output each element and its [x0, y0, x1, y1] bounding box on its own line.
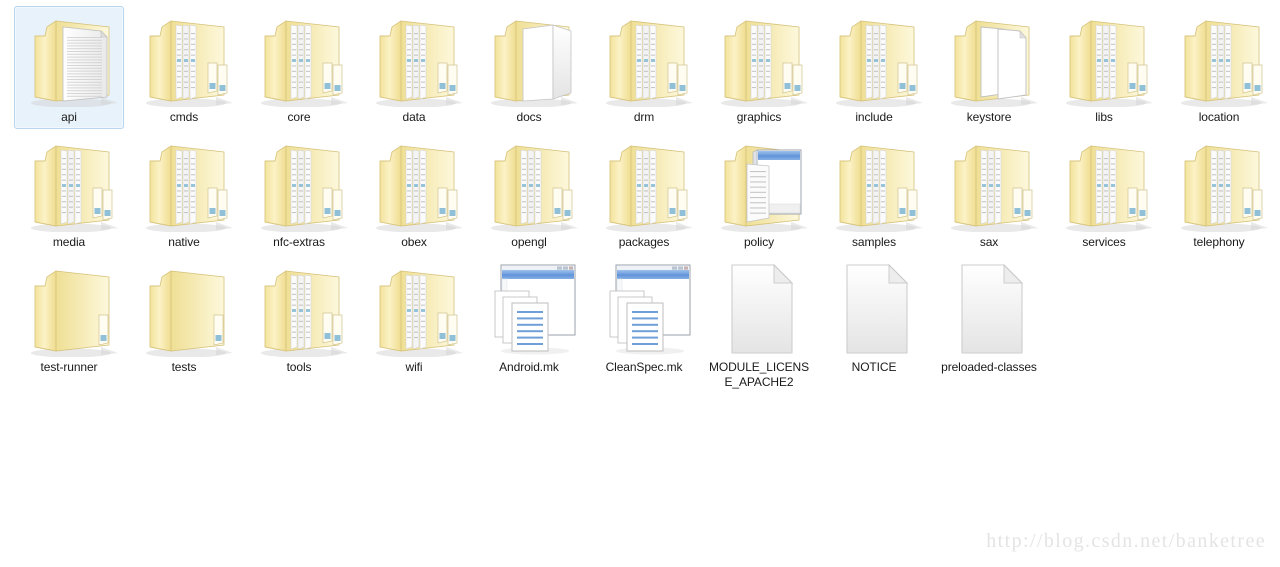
file-item-label: cmds [169, 110, 199, 124]
file-item-label: include [855, 110, 893, 124]
file-item-native[interactable]: native [129, 131, 239, 254]
file-item-label: nfc-extras [273, 235, 325, 249]
file-item-label: samples [852, 235, 896, 249]
folder-stack-icon [937, 136, 1047, 232]
folder-stack-icon [132, 136, 242, 232]
file-item-label: docs [516, 110, 542, 124]
file-item-label: preloaded-classes [941, 360, 1037, 374]
file-item-graphics[interactable]: graphics [704, 6, 814, 129]
folder-plain-icon [17, 261, 127, 357]
file-item-label: opengl [511, 235, 547, 249]
file-item-preloaded-classes[interactable]: preloaded-classes [934, 256, 1044, 379]
file-item-keystore[interactable]: keystore [934, 6, 1044, 129]
folder-plain-icon [132, 261, 242, 357]
file-item-tests[interactable]: tests [129, 256, 239, 379]
file-item-label: tests [171, 360, 197, 374]
file-item-label: CleanSpec.mk [605, 360, 683, 374]
file-item-telephony[interactable]: telephony [1164, 131, 1274, 254]
file-item-label: NOTICE [851, 360, 897, 374]
folder-stack-icon [822, 11, 932, 107]
file-item-sax[interactable]: sax [934, 131, 1044, 254]
file-blank-icon [707, 261, 817, 357]
file-item-tools[interactable]: tools [244, 256, 354, 379]
file-item-samples[interactable]: samples [819, 131, 929, 254]
file-item-label: sax [979, 235, 999, 249]
file-item-services[interactable]: services [1049, 131, 1159, 254]
file-item-label: MODULE_LICENSE_APACHE2 [708, 360, 810, 389]
file-item-policy[interactable]: policy [704, 131, 814, 254]
file-item-wifi[interactable]: wifi [359, 256, 469, 379]
file-item-label: api [61, 110, 77, 124]
file-item-include[interactable]: include [819, 6, 929, 129]
folder-stack-icon [362, 261, 472, 357]
folder-stack-icon [1052, 136, 1162, 232]
folder-stack-icon [362, 11, 472, 107]
file-item-opengl[interactable]: opengl [474, 131, 584, 254]
file-item-notice[interactable]: NOTICE [819, 256, 929, 379]
watermark-url: http://blog.csdn.net/banketree [986, 530, 1266, 552]
file-item-libs[interactable]: libs [1049, 6, 1159, 129]
folder-stack-icon [247, 261, 357, 357]
folder-stack-icon [592, 136, 702, 232]
folder-window-icon [707, 136, 817, 232]
file-item-media[interactable]: media [14, 131, 124, 254]
file-item-label: wifi [405, 360, 423, 374]
file-item-label: core [287, 110, 311, 124]
file-blank-icon [937, 261, 1047, 357]
folder-stack-icon [247, 136, 357, 232]
file-item-packages[interactable]: packages [589, 131, 699, 254]
file-item-label: graphics [736, 110, 782, 124]
folder-stack-icon [132, 11, 242, 107]
folder-open-doc-icon [17, 11, 127, 107]
folder-twodocs-icon [937, 11, 1047, 107]
file-item-label: obex [401, 235, 427, 249]
folder-stack-icon [1052, 11, 1162, 107]
file-item-label: location [1198, 110, 1240, 124]
file-item-data[interactable]: data [359, 6, 469, 129]
folder-stack-icon [822, 136, 932, 232]
file-item-label: data [402, 110, 426, 124]
file-makefile-icon [592, 261, 702, 357]
file-item-label: test-runner [40, 360, 98, 374]
file-item-test-runner[interactable]: test-runner [14, 256, 124, 379]
file-item-label: drm [633, 110, 655, 124]
file-item-label: telephony [1193, 235, 1245, 249]
file-item-label: keystore [966, 110, 1012, 124]
folder-stack-icon [362, 136, 472, 232]
folder-stack-icon [17, 136, 127, 232]
folder-stack-icon [1167, 136, 1277, 232]
file-item-label: packages [618, 235, 670, 249]
file-item-obex[interactable]: obex [359, 131, 469, 254]
file-item-label: policy [743, 235, 775, 249]
folder-stack-icon [477, 136, 587, 232]
file-blank-icon [822, 261, 932, 357]
file-item-label: libs [1095, 110, 1113, 124]
file-item-android-mk[interactable]: Android.mk [474, 256, 584, 379]
folder-stack-icon [592, 11, 702, 107]
file-icon-grid[interactable]: api cmds core data docs drm graphics include key… [0, 0, 1280, 440]
file-item-cleanspec-mk[interactable]: CleanSpec.mk [589, 256, 699, 379]
file-item-label: media [52, 235, 86, 249]
file-item-api[interactable]: api [14, 6, 124, 129]
file-item-label: tools [286, 360, 312, 374]
folder-stack-icon [1167, 11, 1277, 107]
folder-pages-icon [477, 11, 587, 107]
file-item-cmds[interactable]: cmds [129, 6, 239, 129]
file-item-nfc-extras[interactable]: nfc-extras [244, 131, 354, 254]
file-item-module-license-apache2[interactable]: MODULE_LICENSE_APACHE2 [704, 256, 814, 393]
file-item-drm[interactable]: drm [589, 6, 699, 129]
file-item-label: native [168, 235, 200, 249]
file-makefile-icon [477, 261, 587, 357]
folder-stack-icon [707, 11, 817, 107]
folder-stack-icon [247, 11, 357, 107]
file-item-label: Android.mk [499, 360, 559, 374]
file-item-location[interactable]: location [1164, 6, 1274, 129]
file-item-docs[interactable]: docs [474, 6, 584, 129]
file-item-label: services [1082, 235, 1126, 249]
file-item-core[interactable]: core [244, 6, 354, 129]
